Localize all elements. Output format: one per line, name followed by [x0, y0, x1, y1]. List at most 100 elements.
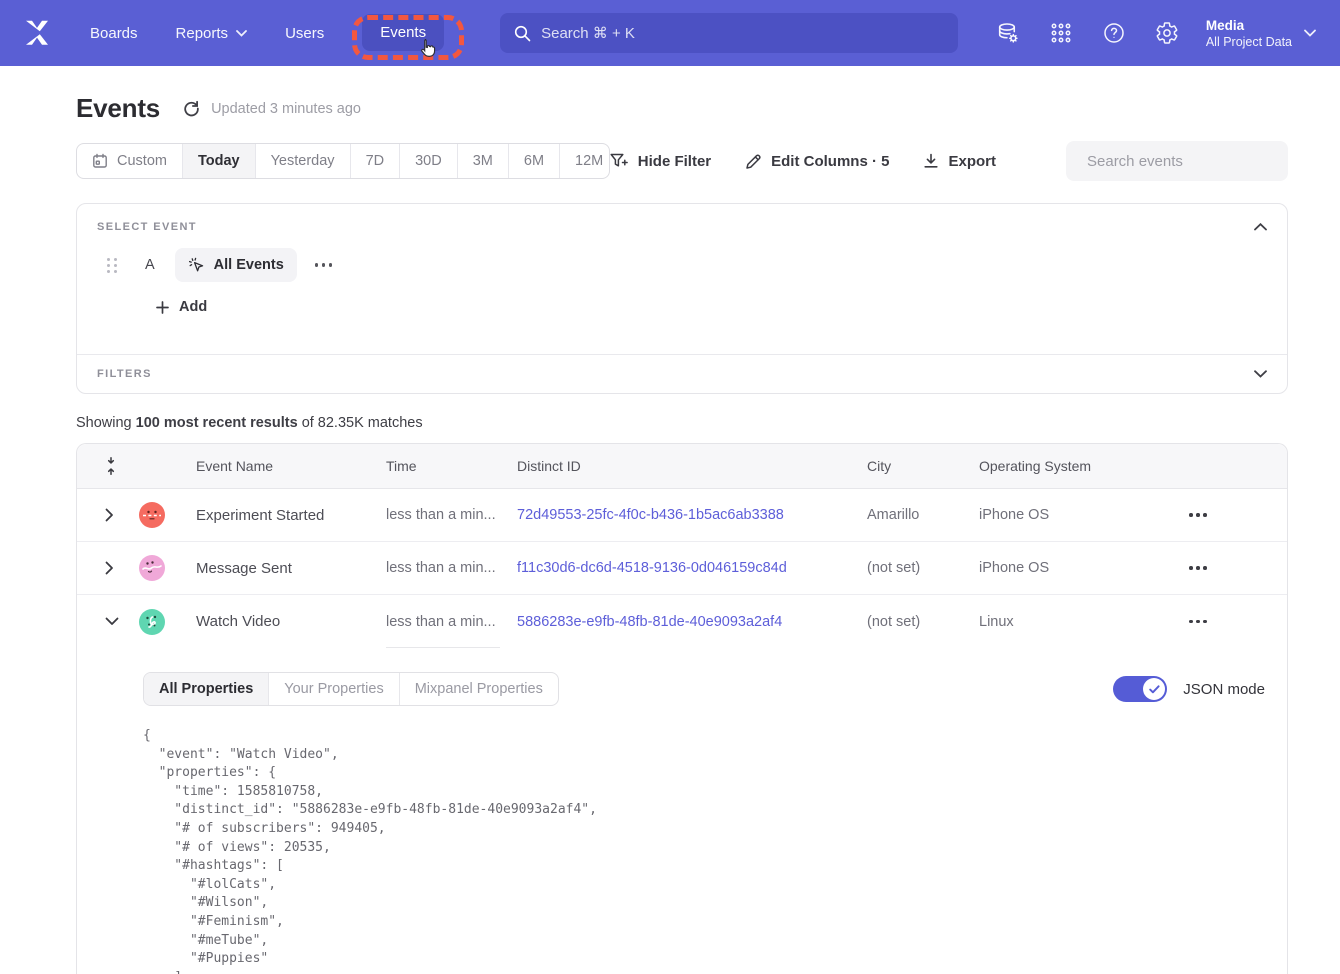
event-selector-chip[interactable]: All Events — [175, 248, 297, 282]
filters-label: FILTERS — [97, 368, 152, 380]
data-management-icon[interactable] — [995, 21, 1020, 46]
event-options-button[interactable] — [315, 263, 333, 267]
apps-grid-icon[interactable] — [1049, 21, 1073, 45]
event-os: Linux — [979, 614, 1187, 630]
date-option-6m[interactable]: 6M — [508, 144, 559, 178]
results-summary: Showing 100 most recent results of 82.35… — [76, 415, 1288, 431]
row-actions-button[interactable] — [1189, 513, 1287, 517]
collapse-row-button[interactable] — [105, 617, 117, 626]
date-option-7d[interactable]: 7D — [350, 144, 400, 178]
toggle-knob — [1143, 678, 1165, 700]
expand-filters-icon[interactable] — [1254, 370, 1267, 378]
events-table: Event Name Time Distinct ID City Operati… — [76, 443, 1288, 974]
event-os: iPhone OS — [979, 560, 1187, 576]
add-event-button[interactable]: Add — [156, 299, 1267, 315]
check-icon — [1149, 685, 1160, 694]
help-icon[interactable] — [1102, 21, 1126, 45]
json-mode-label: JSON mode — [1183, 681, 1265, 698]
date-option-30d[interactable]: 30D — [399, 144, 457, 178]
date-option-yesterday[interactable]: Yesterday — [255, 144, 350, 178]
tab-mixpanel-properties[interactable]: Mixpanel Properties — [399, 673, 558, 705]
distinct-id-link[interactable]: f11c30d6-dc6d-4518-9136-0d046159c84d — [517, 560, 867, 576]
event-avatar — [139, 555, 165, 581]
nav-item-users[interactable]: Users — [285, 25, 324, 42]
export-button[interactable]: Export — [923, 153, 996, 170]
summary-prefix: Showing — [76, 415, 132, 431]
event-city: (not set) — [867, 560, 979, 576]
event-row-letter: A — [145, 257, 155, 273]
nav-label: Reports — [176, 25, 229, 42]
project-scope: All Project Data — [1206, 34, 1292, 50]
event-chip-label: All Events — [214, 257, 284, 273]
event-time: less than a min... — [386, 595, 517, 648]
event-avatar — [139, 502, 165, 528]
col-header-os[interactable]: Operating System — [979, 458, 1187, 474]
json-viewer[interactable]: { "event": "Watch Video", "properties": … — [143, 727, 1267, 974]
properties-tabs: All Properties Your Properties Mixpanel … — [143, 672, 559, 706]
edit-columns-label: Edit Columns · 5 — [771, 153, 889, 170]
event-name: Experiment Started — [196, 507, 386, 524]
calendar-icon — [92, 153, 108, 169]
tab-all-properties[interactable]: All Properties — [144, 673, 268, 705]
hide-filter-label: Hide Filter — [638, 153, 711, 170]
global-search — [500, 13, 958, 53]
date-option-3m[interactable]: 3M — [457, 144, 508, 178]
summary-count: 100 most recent results — [136, 415, 298, 431]
hand-cursor-icon — [417, 38, 436, 59]
magic-cursor-icon — [188, 257, 205, 274]
nav-item-boards[interactable]: Boards — [90, 25, 138, 42]
expand-row-button[interactable] — [105, 508, 117, 522]
nav-item-events-wrapper: Events — [362, 24, 444, 42]
funnel-plus-icon — [610, 153, 629, 170]
navbar-right: Media All Project Data — [995, 17, 1340, 50]
select-event-label: SELECT EVENT — [97, 221, 197, 233]
settings-gear-icon[interactable] — [1155, 21, 1179, 45]
export-label: Export — [948, 153, 996, 170]
primary-nav: Boards Reports Users Events — [90, 24, 444, 42]
mixpanel-logo-icon[interactable] — [22, 18, 52, 48]
hide-filter-button[interactable]: Hide Filter — [610, 153, 711, 170]
table-row: Message Sent less than a min... f11c30d6… — [77, 542, 1287, 595]
nav-item-reports[interactable]: Reports — [176, 25, 248, 42]
json-mode-toggle[interactable] — [1113, 676, 1167, 702]
date-option-today[interactable]: Today — [182, 144, 255, 178]
col-header-distinct-id[interactable]: Distinct ID — [517, 458, 867, 474]
drag-handle[interactable] — [107, 258, 118, 273]
search-icon — [514, 25, 531, 42]
download-icon — [923, 153, 939, 170]
search-events-input[interactable] — [1087, 153, 1286, 170]
edit-columns-button[interactable]: Edit Columns · 5 — [745, 153, 889, 170]
table-row-expanded: Watch Video less than a min... 5886283e-… — [77, 595, 1287, 648]
table-row: Experiment Started less than a min... 72… — [77, 489, 1287, 542]
top-navbar: Boards Reports Users Events — [0, 0, 1340, 66]
event-time: less than a min... — [386, 542, 517, 594]
tab-your-properties[interactable]: Your Properties — [268, 673, 398, 705]
col-header-city[interactable]: City — [867, 458, 979, 474]
row-actions-button[interactable] — [1189, 566, 1287, 570]
col-header-event-name[interactable]: Event Name — [196, 458, 386, 474]
date-range-control: Custom Today Yesterday 7D 30D 3M 6M 12M — [76, 143, 610, 179]
project-selector[interactable]: Media All Project Data — [1206, 17, 1316, 50]
global-search-input[interactable] — [541, 25, 944, 42]
event-avatar — [139, 609, 165, 635]
collapse-rows-icon[interactable] — [105, 457, 125, 475]
row-actions-button[interactable] — [1189, 620, 1287, 624]
event-detail-panel: All Properties Your Properties Mixpanel … — [77, 648, 1287, 974]
distinct-id-link[interactable]: 5886283e-e9fb-48fb-81de-40e9093a2af4 — [517, 614, 867, 630]
event-city: Amarillo — [867, 507, 979, 523]
col-header-time[interactable]: Time — [386, 458, 517, 474]
pencil-icon — [745, 153, 762, 170]
table-header: Event Name Time Distinct ID City Operati… — [77, 444, 1287, 489]
date-option-12m[interactable]: 12M — [559, 144, 610, 178]
collapse-section-icon[interactable] — [1254, 223, 1267, 231]
event-city: (not set) — [867, 614, 979, 630]
project-name: Media — [1206, 17, 1292, 34]
date-option-custom[interactable]: Custom — [77, 144, 182, 178]
event-name: Watch Video — [196, 613, 386, 630]
event-time: less than a min... — [386, 489, 517, 541]
nav-label: Boards — [90, 25, 138, 42]
refresh-icon[interactable] — [182, 99, 201, 118]
last-updated-text: Updated 3 minutes ago — [211, 101, 361, 117]
expand-row-button[interactable] — [105, 561, 117, 575]
distinct-id-link[interactable]: 72d49553-25fc-4f0c-b436-1b5ac6ab3388 — [517, 507, 867, 523]
